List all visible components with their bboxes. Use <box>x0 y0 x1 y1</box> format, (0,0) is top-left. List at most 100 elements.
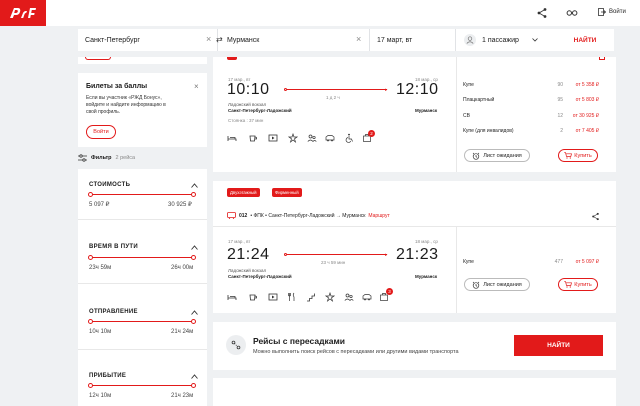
bonus-title: Билеты за баллы <box>86 83 148 90</box>
bonus-panel: Билеты за баллы Если вы участник «РЖД Бо… <box>78 73 207 147</box>
seats-count: 12 <box>557 113 563 119</box>
price-value: от 5 358 ₽ <box>575 82 599 88</box>
travel-time-slider-min-handle[interactable] <box>88 255 93 260</box>
from-value: Санкт-Петербург <box>85 36 140 44</box>
cost-slider-min-handle[interactable] <box>88 192 93 197</box>
date-value: 17 март, вт <box>377 36 413 44</box>
passengers-value: 1 пассажир <box>482 36 519 44</box>
price-row[interactable]: СВ 12 от 30 925 ₽ <box>463 113 599 121</box>
passengers-group-icon <box>344 293 354 301</box>
search-bar: Санкт-Петербург × ⇄ Мурманск × 17 март, … <box>78 29 614 51</box>
departure-time: 21:24 <box>227 246 270 263</box>
route-line <box>287 254 387 255</box>
departure-slider-max-handle[interactable] <box>191 319 196 324</box>
seats-count: 95 <box>557 97 563 103</box>
amenities-count-badge[interactable]: 3 <box>386 288 393 295</box>
transfers-find-button[interactable]: НАЙТИ <box>514 335 603 356</box>
passenger-icon <box>464 34 476 46</box>
cup-icon <box>249 294 257 301</box>
duration: 23 ч 59 мин <box>321 260 346 265</box>
to-value: Мурманск <box>227 36 260 44</box>
divider <box>78 219 207 220</box>
share-icon[interactable] <box>536 7 548 19</box>
star-award-icon <box>288 133 298 143</box>
price-row[interactable]: Купе 90 от 5 358 ₽ <box>463 82 599 90</box>
alarm-clock-icon <box>472 152 480 160</box>
buy-button[interactable]: Купить <box>558 149 598 162</box>
price-row[interactable]: Плацкартный 95 от 5 803 ₽ <box>463 97 599 105</box>
duration: 1 д 2 ч <box>326 95 340 100</box>
buy-button[interactable]: Купить <box>558 278 598 291</box>
search-find-button[interactable]: НАЙТИ <box>556 29 614 51</box>
amenities-count-badge[interactable]: 2 <box>368 130 375 137</box>
departure-station: Ладожский вокзал <box>228 268 267 273</box>
travel-time-filter-title[interactable]: ВРЕМЯ В ПУТИ <box>89 244 138 250</box>
badge-double-decker: Двухэтажный <box>227 188 260 197</box>
cost-slider-track <box>90 194 193 195</box>
departure-filter-title[interactable]: ОТПРАВЛЕНИЕ <box>89 309 138 315</box>
arrival-slider-max-handle[interactable] <box>191 383 196 388</box>
stairs-icon <box>307 293 315 302</box>
next-card <box>213 378 616 406</box>
stop-time: Стоянка : 37 мин <box>228 118 264 123</box>
divider <box>456 227 457 313</box>
transfers-icon-circle <box>226 335 246 355</box>
arrival-slider-min-handle[interactable] <box>88 383 93 388</box>
bed-icon <box>227 295 237 300</box>
cost-slider-max-handle[interactable] <box>191 192 196 197</box>
swap-icon[interactable]: ⇄ <box>216 35 223 44</box>
rzd-logo-icon <box>10 8 36 18</box>
sidebar-top-panel <box>78 57 207 64</box>
price-row[interactable]: Купе (для инвалидов) 2 от 7 405 ₽ <box>463 128 599 136</box>
route-number: 012 <box>239 212 248 219</box>
rzd-logo[interactable] <box>0 0 46 26</box>
route-info: 012 • ФПК • Санкт-Петербург-Ладожский → … <box>227 212 390 219</box>
passengers-field[interactable]: 1 пассажир <box>456 29 548 51</box>
price-row[interactable]: Купе 477 от 5 097 ₽ <box>463 259 599 267</box>
chevron-up-icon[interactable] <box>191 245 198 250</box>
transfers-title: Рейсы с пересадками <box>253 336 345 346</box>
travel-time-min-value: 23ч 59м <box>89 265 112 271</box>
arrival-max-value: 21ч 23м <box>171 393 194 399</box>
star-award-icon <box>325 292 335 302</box>
date-field[interactable]: 17 март, вт <box>370 29 456 51</box>
clear-to-icon[interactable]: × <box>356 34 361 44</box>
filter-toggle[interactable]: Фильтр 2 рейса <box>78 154 135 162</box>
arrival-time: 12:10 <box>396 81 439 98</box>
chevron-up-icon[interactable] <box>191 310 198 315</box>
train-card-1: 17 мар., вт 18 мар., ср 10:10 12:10 ▸ 1 … <box>213 57 616 172</box>
departure-slider-min-handle[interactable] <box>88 319 93 324</box>
to-field[interactable]: ⇄ Мурманск × <box>216 29 370 51</box>
route-link[interactable]: Маршрут <box>368 213 389 219</box>
glasses-icon[interactable] <box>566 7 578 19</box>
departure-station: Ладожский вокзал <box>228 102 267 107</box>
alarm-clock-icon <box>472 281 480 289</box>
seats-count: 90 <box>557 82 563 88</box>
departure-city: Санкт-Петербург-Ладожский <box>228 274 292 279</box>
route-text: • ФПК • Санкт-Петербург-Ладожский → Мурм… <box>250 212 366 219</box>
clear-from-icon[interactable]: × <box>206 34 211 44</box>
from-field[interactable]: Санкт-Петербург × <box>78 29 218 51</box>
chevron-up-icon[interactable] <box>191 183 198 188</box>
cost-filter-title[interactable]: СТОИМОСТЬ <box>89 182 130 188</box>
login-link[interactable]: Войти <box>598 8 626 16</box>
bonus-close-icon[interactable]: × <box>194 82 199 91</box>
bonus-login-button[interactable]: Войти <box>86 125 116 139</box>
wheelchair-icon <box>345 133 353 143</box>
chevron-up-icon[interactable] <box>191 374 198 379</box>
waitlist-button[interactable]: Лист ожидания <box>464 278 530 291</box>
transfer-route-icon <box>231 340 241 350</box>
bed-icon <box>227 136 237 141</box>
share-icon[interactable] <box>591 212 600 221</box>
bonus-text-3: свой профиль. <box>86 109 121 115</box>
class-name: Купе <box>463 82 474 88</box>
video-icon <box>268 134 278 142</box>
price-value: от 7 405 ₽ <box>575 128 599 134</box>
video-icon <box>268 293 278 301</box>
travel-time-slider-max-handle[interactable] <box>191 255 196 260</box>
waitlist-button[interactable]: Лист ожидания <box>464 149 530 162</box>
arrival-filter-title[interactable]: ПРИБЫТИЕ <box>89 373 126 379</box>
bonus-button-edge <box>85 57 111 60</box>
divider <box>456 57 457 172</box>
arrival-min-value: 12ч 10м <box>89 393 112 399</box>
